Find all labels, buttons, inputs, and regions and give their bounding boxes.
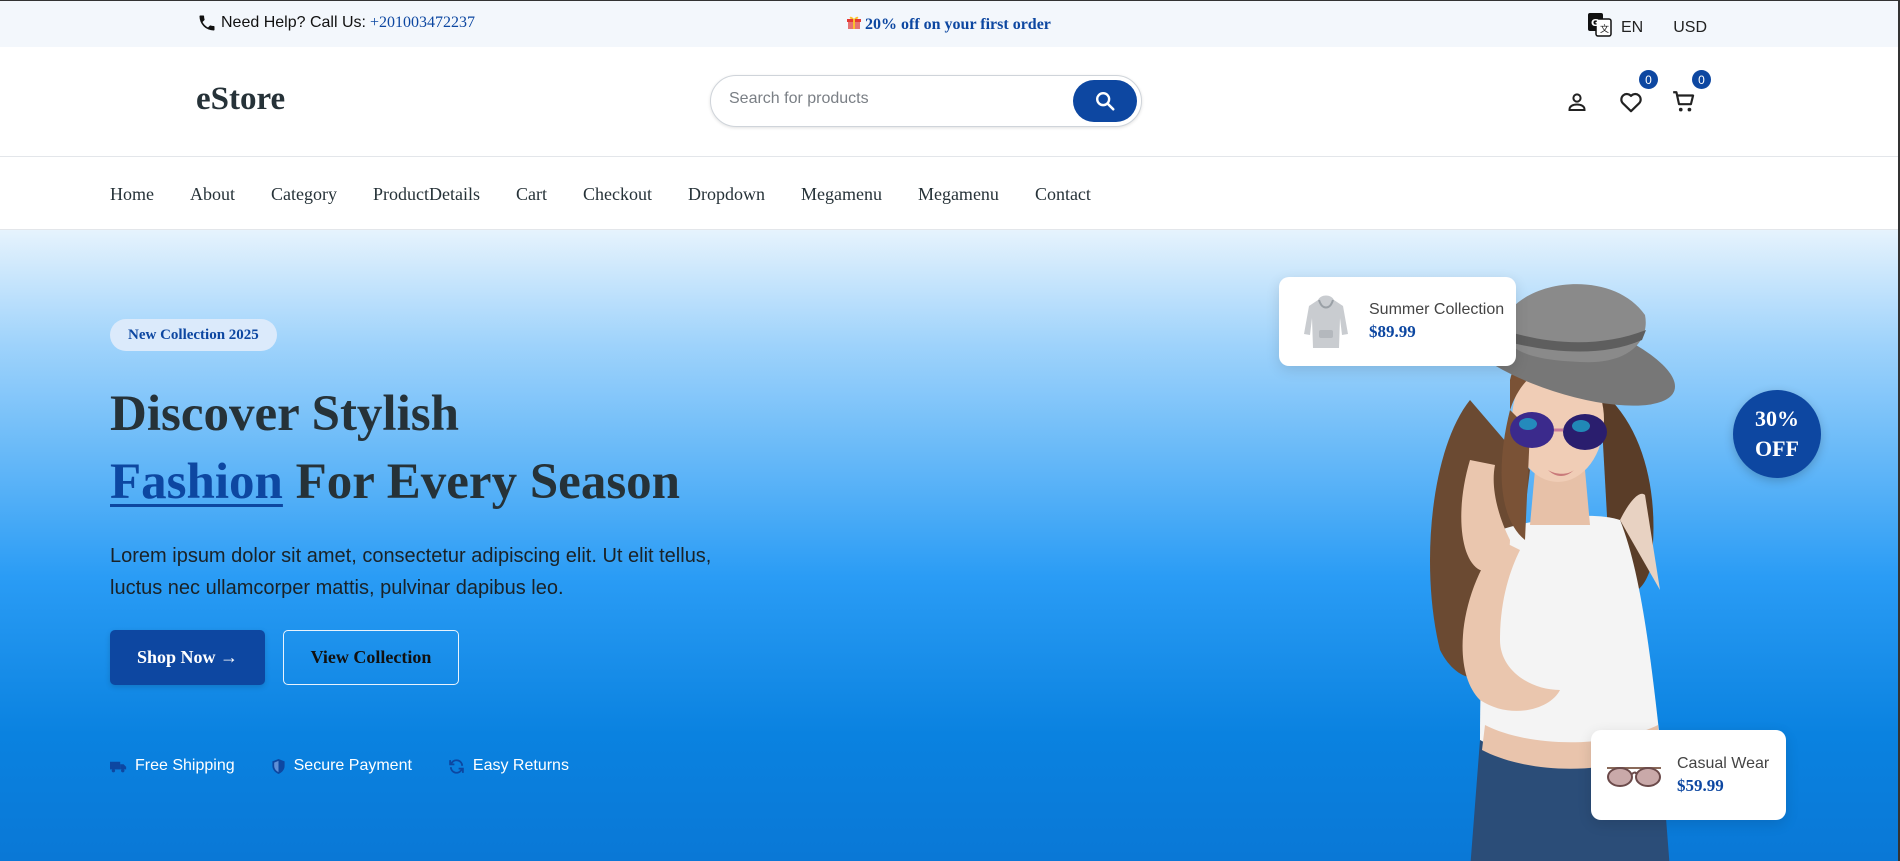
main-nav: Home About Category ProductDetails Cart … [0, 157, 1900, 230]
feature-easy-returns: Easy Returns [448, 757, 569, 775]
translate-icon[interactable]: G文 [1587, 12, 1613, 43]
feature-secure-payment: Secure Payment [271, 757, 412, 775]
collection-tag: New Collection 2025 [110, 319, 277, 351]
help-contact: Need Help? Call Us: +201003472237 [197, 13, 475, 33]
shield-icon [272, 758, 285, 774]
hero-title-line1: Discover Stylish [110, 386, 459, 442]
user-icon [1568, 93, 1586, 111]
top-bar: Need Help? Call Us: +201003472237 20% of… [0, 0, 1900, 47]
search-icon [1096, 92, 1115, 111]
hero-title-rest: For Every Season [282, 454, 681, 510]
hero-description: Lorem ipsum dolor sit amet, consectetur … [110, 545, 712, 599]
nav-dropdown[interactable]: Dropdown [688, 184, 765, 205]
account-button[interactable] [1565, 90, 1589, 119]
cart-icon [1673, 91, 1695, 112]
hero-title: Discover Stylish Fashion For Every Seaso… [110, 380, 680, 516]
product-card-summer[interactable]: Summer Collection $89.99 [1279, 277, 1516, 366]
nav-checkout[interactable]: Checkout [583, 184, 652, 205]
nav-category[interactable]: Category [271, 184, 337, 205]
nav-product-details[interactable]: ProductDetails [373, 184, 480, 205]
product-name: Casual Wear [1677, 754, 1770, 772]
refresh-icon [449, 758, 464, 774]
search-button[interactable] [1073, 80, 1137, 122]
hero-title-line2: Fashion For Every Season [110, 448, 680, 516]
nav-cart[interactable]: Cart [516, 184, 547, 205]
search-input[interactable] [729, 90, 1059, 108]
wishlist-button[interactable]: 0 [1618, 70, 1658, 120]
product-card-casual[interactable]: Casual Wear $59.99 [1591, 730, 1786, 820]
discount-badge: 30% OFF [1733, 390, 1821, 478]
discount-label: OFF [1755, 436, 1799, 461]
sunglasses-thumbnail [1605, 746, 1663, 804]
currency-selector[interactable]: USD [1673, 19, 1707, 37]
help-text: Need Help? Call Us: [221, 14, 366, 31]
hero-section: New Collection 2025 Discover Stylish Fas… [0, 230, 1900, 861]
feature-label: Easy Returns [472, 757, 569, 774]
site-logo[interactable]: eStore [196, 81, 285, 118]
sunglasses-icon [1607, 767, 1661, 787]
svg-text:G: G [1591, 18, 1599, 29]
promo-text: 20% off on your first order [865, 15, 1051, 33]
feature-label: Secure Payment [293, 757, 412, 774]
nav-megamenu-2[interactable]: Megamenu [918, 184, 999, 205]
phone-icon [199, 15, 215, 31]
promo-banner: 20% off on your first order [846, 14, 1051, 35]
hoodie-icon [1304, 295, 1348, 348]
nav-megamenu-1[interactable]: Megamenu [801, 184, 882, 205]
main-header: eStore 0 0 [0, 47, 1900, 157]
truck-icon [110, 761, 127, 773]
svg-text:文: 文 [1600, 23, 1609, 35]
product-price: $89.99 [1369, 322, 1416, 341]
nav-contact[interactable]: Contact [1035, 184, 1091, 205]
wishlist-count-badge: 0 [1639, 70, 1658, 89]
gift-icon [846, 14, 862, 35]
hero-title-highlight: Fashion [110, 454, 283, 510]
nav-about[interactable]: About [190, 184, 235, 205]
product-price: $59.99 [1677, 775, 1724, 795]
locale-controls: G文 EN USD [1587, 12, 1707, 43]
cart-count-badge: 0 [1692, 70, 1711, 89]
feature-label: Free Shipping [135, 757, 235, 774]
product-name: Summer Collection [1369, 301, 1505, 318]
heart-icon [1620, 93, 1642, 113]
language-selector[interactable]: EN [1621, 19, 1643, 37]
phone-link[interactable]: +201003472237 [370, 14, 475, 32]
shop-now-button[interactable]: Shop Now → [110, 630, 265, 685]
cart-button[interactable]: 0 [1671, 70, 1711, 120]
discount-percent: 30% [1755, 406, 1799, 431]
feature-free-shipping: Free Shipping [110, 757, 235, 775]
nav-home[interactable]: Home [110, 184, 154, 205]
search-bar [710, 75, 1142, 127]
view-collection-button[interactable]: View Collection [283, 630, 459, 685]
hoodie-thumbnail [1297, 293, 1355, 351]
feature-list: Free Shipping Secure Payment Easy Return… [110, 757, 605, 775]
